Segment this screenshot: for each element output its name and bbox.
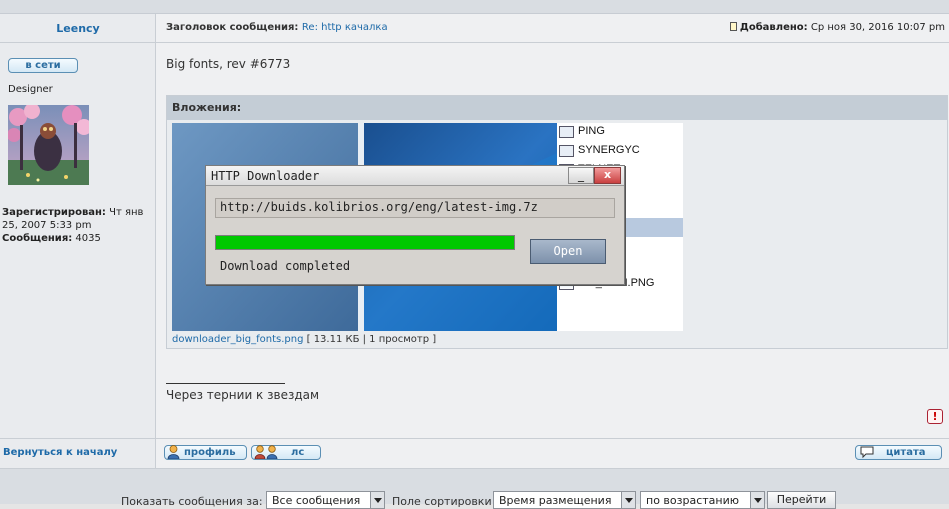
sort-field-label: Поле сортировки bbox=[392, 495, 492, 508]
quote-icon bbox=[859, 445, 875, 459]
signature-divider bbox=[166, 383, 285, 384]
sort-field-select[interactable]: Время размещения bbox=[493, 491, 636, 509]
file-name: PING bbox=[578, 125, 605, 137]
users-icon bbox=[254, 445, 280, 460]
author-column: Leency в сети Designer Зарегистрирован: … bbox=[0, 14, 156, 468]
subject: Заголовок сообщения: Re: http качалка bbox=[166, 22, 388, 33]
sort-filter-bar: Показать сообщения за: Все сообщения Пол… bbox=[0, 468, 949, 509]
user-icon bbox=[167, 445, 180, 460]
file-list-item[interactable]: SYNERGYC bbox=[557, 142, 683, 161]
subject-label: Заголовок сообщения: bbox=[166, 22, 299, 33]
report-icon[interactable]: ! bbox=[927, 409, 943, 424]
sort-field-value: Время размещения bbox=[499, 494, 612, 507]
subject-link[interactable]: Re: http качалка bbox=[302, 22, 388, 33]
added-label: Добавлено: bbox=[739, 22, 808, 33]
downloader-titlebar[interactable]: HTTP Downloader _ x bbox=[206, 166, 624, 186]
avatar bbox=[8, 105, 89, 185]
minimize-button[interactable]: _ bbox=[568, 167, 594, 184]
post-table: Leency в сети Designer Зарегистрирован: … bbox=[0, 14, 949, 468]
file-name: SYNERGYC bbox=[578, 144, 640, 156]
quote-label: цитата bbox=[886, 447, 926, 458]
post-date: Добавлено: Ср ноя 30, 2016 10:07 pm bbox=[729, 22, 945, 33]
progress-fill bbox=[216, 236, 514, 249]
sort-order-value: по возрастанию bbox=[646, 494, 740, 507]
chevron-down-icon bbox=[370, 492, 384, 508]
pm-label: лс bbox=[291, 447, 305, 458]
profile-info: Зарегистрирован: Чт янв 25, 2007 5:33 pm… bbox=[2, 206, 154, 245]
show-posts-label: Показать сообщения за: bbox=[121, 495, 263, 508]
messages-label: Сообщения: bbox=[2, 233, 73, 244]
author-name[interactable]: Leency bbox=[0, 22, 156, 35]
attachment-image[interactable]: PINGSYNERGYCTELNETwloaderNIWV_SKIN.PNG H… bbox=[172, 123, 683, 331]
show-posts-select[interactable]: Все сообщения bbox=[266, 491, 385, 509]
download-progress-bar bbox=[215, 235, 515, 250]
attachment-meta: [ 13.11 КБ | 1 просмотр ] bbox=[306, 334, 437, 345]
added-value: Ср ноя 30, 2016 10:07 pm bbox=[810, 22, 945, 33]
chevron-down-icon bbox=[621, 492, 635, 508]
url-field[interactable]: http://buids.kolibrios.org/eng/latest-im… bbox=[215, 198, 615, 218]
attachments-box: Вложения: PING SYNERGYC HTTP Downloader … bbox=[166, 95, 948, 349]
pm-button[interactable]: лс bbox=[251, 445, 321, 460]
file-list-item[interactable]: PING bbox=[557, 123, 683, 142]
top-strip bbox=[0, 0, 949, 14]
download-status: Download completed bbox=[220, 259, 351, 273]
post-icon[interactable] bbox=[729, 22, 737, 31]
profile-label: профиль bbox=[184, 447, 236, 458]
show-posts-value: Все сообщения bbox=[272, 494, 361, 507]
attachment-caption: downloader_big_fonts.png [ 13.11 КБ | 1 … bbox=[172, 334, 436, 345]
file-icon bbox=[559, 126, 574, 138]
attachments-title: Вложения: bbox=[167, 96, 947, 120]
profile-button[interactable]: профиль bbox=[164, 445, 247, 460]
messages-value: 4035 bbox=[75, 233, 101, 244]
post-body: Big fonts, rev #6773 bbox=[166, 57, 291, 71]
downloader-window: HTTP Downloader _ x http://buids.kolibri… bbox=[205, 165, 625, 285]
go-button[interactable]: Перейти bbox=[767, 491, 836, 509]
online-badge: в сети bbox=[8, 58, 78, 73]
chevron-down-icon bbox=[750, 492, 764, 508]
author-role: Designer bbox=[8, 84, 53, 95]
header-divider bbox=[0, 42, 949, 43]
post-content-column: Заголовок сообщения: Re: http качалка До… bbox=[157, 14, 949, 468]
close-button[interactable]: x bbox=[594, 167, 621, 184]
signature: Через тернии к звездам bbox=[166, 388, 320, 402]
registered-label: Зарегистрирован: bbox=[2, 207, 106, 218]
open-button[interactable]: Open bbox=[530, 239, 606, 264]
back-to-top-link[interactable]: Вернуться к началу bbox=[3, 447, 117, 458]
file-icon bbox=[559, 145, 574, 157]
quote-button[interactable]: цитата bbox=[855, 445, 942, 460]
downloader-title: HTTP Downloader bbox=[211, 169, 320, 183]
sort-order-select[interactable]: по возрастанию bbox=[640, 491, 765, 509]
attachment-filename-link[interactable]: downloader_big_fonts.png bbox=[172, 334, 303, 345]
post-header: Заголовок сообщения: Re: http качалка До… bbox=[157, 14, 949, 42]
footer-divider bbox=[0, 438, 949, 439]
